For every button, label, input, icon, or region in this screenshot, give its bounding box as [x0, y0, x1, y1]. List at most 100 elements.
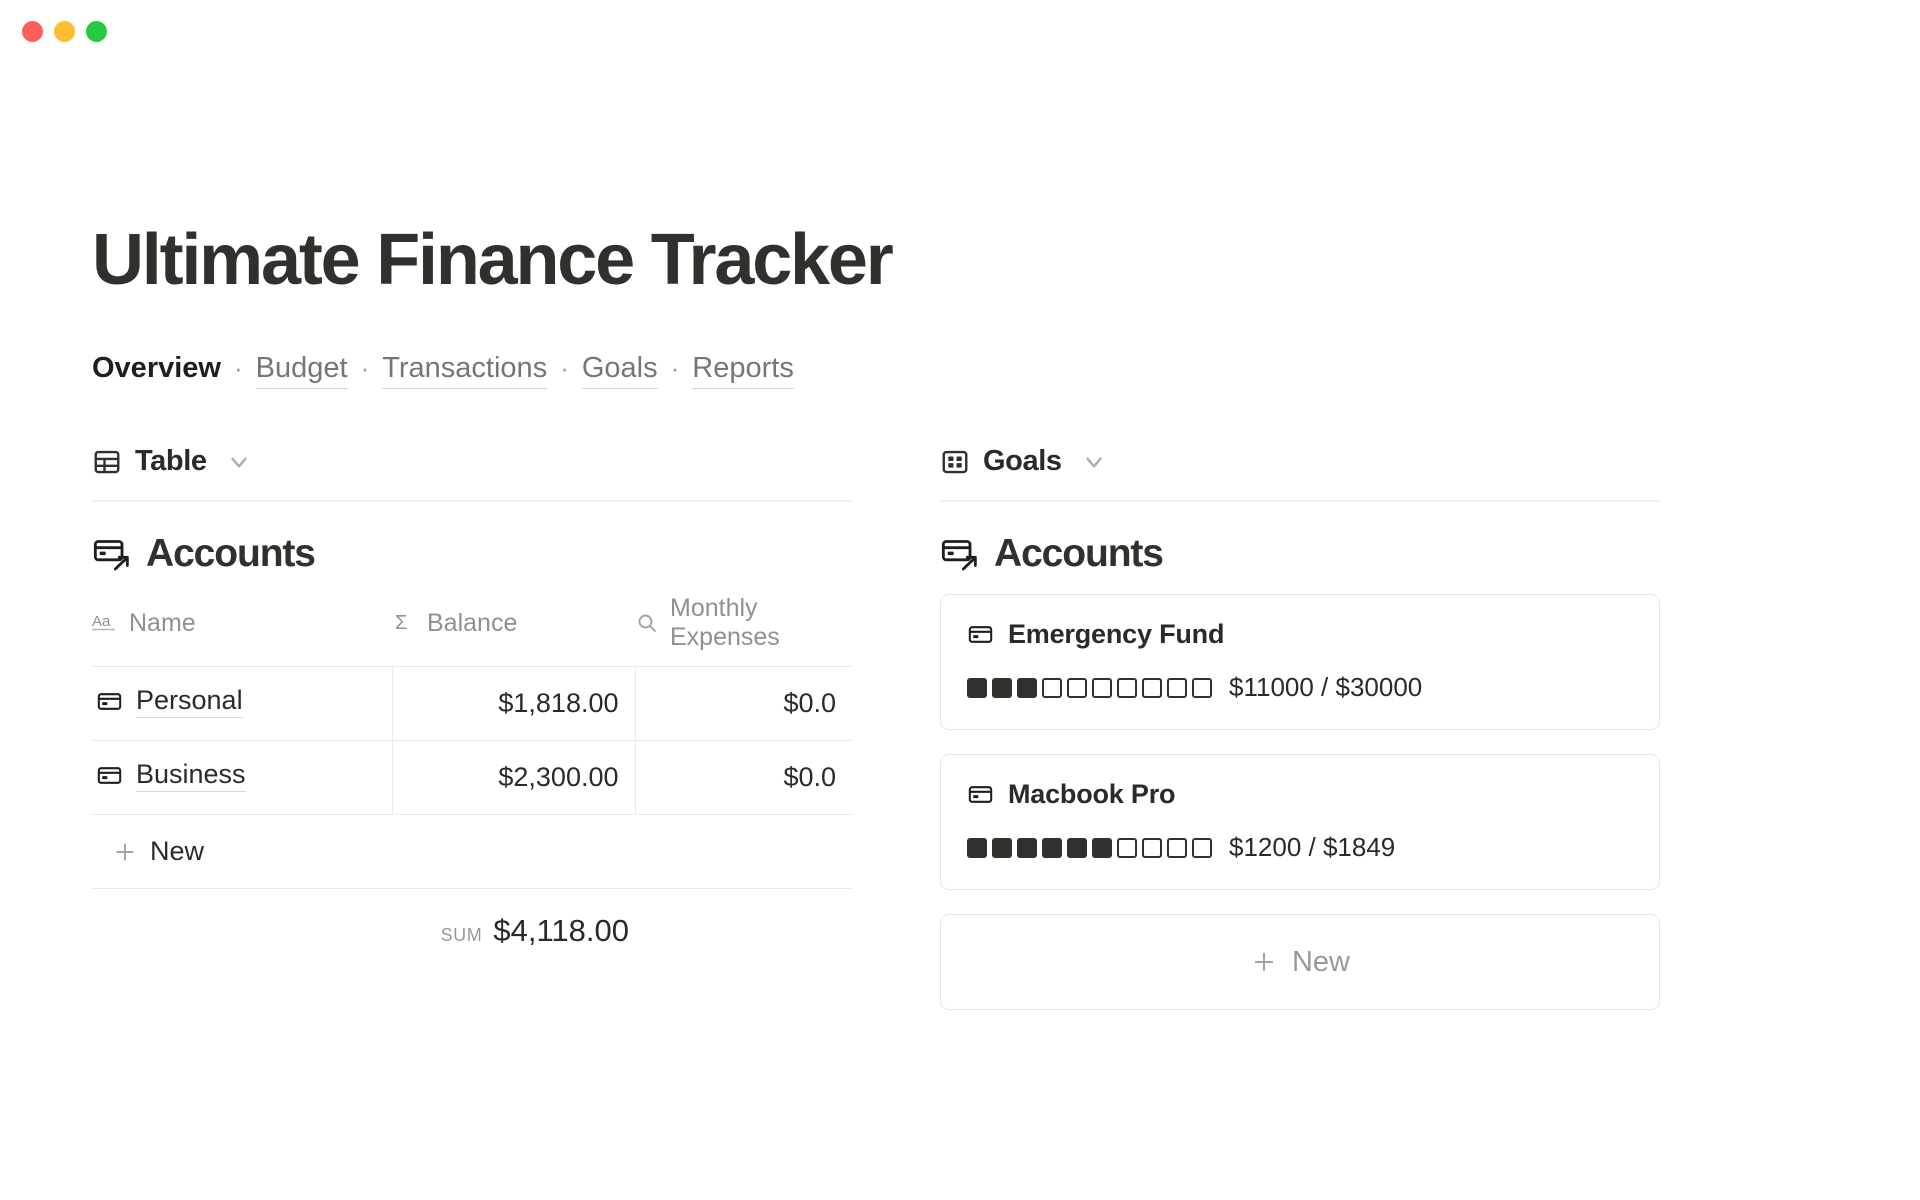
nav-separator: ·: [360, 353, 370, 383]
nav-item-overview[interactable]: Overview: [92, 352, 221, 388]
progress-pip: [1017, 677, 1037, 698]
minimize-window-button[interactable]: [54, 20, 75, 42]
search-icon: [635, 611, 659, 635]
progress-pip: [1192, 677, 1212, 698]
account-name-link[interactable]: Business: [136, 759, 246, 792]
goal-progress: $1200 / $1849: [967, 832, 1633, 863]
card-icon: [967, 781, 994, 808]
column-header-balance-label: Balance: [427, 608, 518, 637]
progress-pip: [1042, 837, 1062, 858]
goal-card-title: Emergency Fund: [1008, 619, 1225, 649]
column-header-name[interactable]: Aa Name: [92, 594, 392, 667]
column-header-name-label: Name: [129, 608, 196, 637]
progress-pip: [1067, 837, 1087, 858]
goal-card-title: Macbook Pro: [1008, 779, 1176, 809]
card-link-icon: [92, 534, 132, 574]
progress-pip: [967, 837, 987, 858]
progress-pip: [992, 677, 1012, 698]
progress-pip: [1117, 837, 1137, 858]
svg-text:Aa: Aa: [92, 613, 111, 630]
goal-progress-text: $11000 / $30000: [1229, 672, 1423, 702]
card-icon: [967, 621, 994, 648]
progress-pip: [1067, 677, 1087, 698]
column-header-balance[interactable]: Σ Balance: [392, 594, 635, 667]
column-header-monthly-expenses-label: Monthly Expenses: [670, 594, 780, 651]
summary-value: $4,118.00: [493, 913, 629, 948]
progress-pip: [1142, 677, 1162, 698]
summary-label: SUM: [440, 925, 483, 945]
progress-pip: [1117, 677, 1137, 698]
add-new-goal-label: New: [1291, 945, 1350, 978]
gallery-icon: [940, 447, 970, 477]
progress-pip: [1167, 677, 1187, 698]
goal-card[interactable]: Emergency Fund $11000 / $30000: [940, 594, 1660, 730]
close-window-button[interactable]: [22, 20, 43, 42]
goal-card-header: Emergency Fund: [967, 619, 1633, 650]
nav-item-goals[interactable]: Goals: [581, 352, 658, 389]
progress-pip: [1142, 837, 1162, 858]
chevron-down-icon[interactable]: [226, 449, 252, 475]
progress-pip: [1042, 677, 1062, 698]
nav-item-budget[interactable]: Budget: [255, 352, 348, 389]
cell-balance[interactable]: $1,818.00: [392, 666, 636, 741]
goal-progress-pips: [967, 837, 1212, 858]
database-title-accounts-gallery[interactable]: Accounts: [940, 532, 1660, 576]
chevron-down-icon[interactable]: [1081, 449, 1107, 475]
accounts-table-panel: Table Accounts Aa Name Σ Balance Monthly…: [92, 445, 852, 1034]
table-icon: [92, 447, 122, 477]
card-link-icon: [940, 534, 980, 574]
add-new-row-button[interactable]: New: [92, 814, 852, 889]
table-header-row: Aa Name Σ Balance Monthly Expenses: [92, 594, 852, 667]
progress-pip: [1092, 677, 1112, 698]
page-content: Ultimate Finance Tracker Overview · Budg…: [0, 224, 1920, 1034]
goal-progress-text: $1200 / $1849: [1229, 832, 1396, 862]
table-row[interactable]: Personal $1,818.00 $0.0: [92, 666, 852, 741]
view-label-table: Table: [135, 445, 207, 477]
table-row[interactable]: Business $2,300.00 $0.0: [92, 740, 852, 815]
progress-pip: [1017, 837, 1037, 858]
card-icon: [96, 688, 123, 715]
plus-icon: [112, 839, 138, 865]
breadcrumb-nav: Overview · Budget · Transactions · Goals…: [92, 352, 1920, 389]
goal-progress: $11000 / $30000: [967, 672, 1633, 703]
cell-monthly-expenses[interactable]: $0.0: [635, 740, 852, 815]
cell-balance[interactable]: $2,300.00: [392, 740, 636, 815]
accounts-table: Aa Name Σ Balance Monthly Expenses Perso…: [92, 594, 852, 889]
account-name-link[interactable]: Personal: [136, 685, 243, 718]
cell-monthly-expenses[interactable]: $0.0: [635, 666, 852, 741]
progress-pip: [967, 677, 987, 698]
nav-item-reports[interactable]: Reports: [692, 352, 794, 389]
cell-account-name[interactable]: Business: [92, 740, 393, 815]
add-new-row-label: New: [150, 836, 205, 866]
progress-pip: [992, 837, 1012, 858]
view-selector-goals[interactable]: Goals: [940, 445, 1660, 502]
nav-item-transactions[interactable]: Transactions: [382, 352, 548, 389]
goals-gallery-panel: Goals Accounts Emergency Fund $11000 / $…: [940, 445, 1660, 1034]
progress-pip: [1092, 837, 1112, 858]
goal-card-list: Emergency Fund $11000 / $30000 Macbook P…: [940, 594, 1660, 1010]
svg-text:Σ: Σ: [395, 612, 407, 634]
page-title: Ultimate Finance Tracker: [92, 220, 894, 300]
database-title-accounts-table[interactable]: Accounts: [92, 532, 852, 576]
window-titlebar: [0, 0, 1920, 62]
nav-separator: ·: [560, 353, 569, 383]
content-columns: Table Accounts Aa Name Σ Balance Monthly…: [92, 445, 1920, 1034]
nav-separator: ·: [233, 353, 243, 383]
column-header-monthly-expenses[interactable]: Monthly Expenses: [635, 594, 852, 667]
database-title-text: Accounts: [146, 532, 316, 575]
maximize-window-button[interactable]: [86, 20, 107, 42]
plus-icon: [1250, 948, 1278, 976]
goal-card[interactable]: Macbook Pro $1200 / $1849: [940, 754, 1660, 890]
goal-card-header: Macbook Pro: [967, 779, 1633, 810]
view-selector-table[interactable]: Table: [92, 445, 852, 502]
table-summary-sum[interactable]: SUM $4,118.00: [92, 889, 852, 949]
card-icon: [96, 762, 123, 789]
progress-pip: [1167, 837, 1187, 858]
goal-progress-pips: [967, 677, 1212, 698]
add-new-goal-card-button[interactable]: New: [940, 914, 1660, 1010]
sigma-icon: Σ: [392, 611, 416, 635]
progress-pip: [1192, 837, 1212, 858]
view-label-goals: Goals: [983, 445, 1062, 477]
aa-text-icon: Aa: [92, 612, 118, 634]
cell-account-name[interactable]: Personal: [92, 666, 393, 741]
